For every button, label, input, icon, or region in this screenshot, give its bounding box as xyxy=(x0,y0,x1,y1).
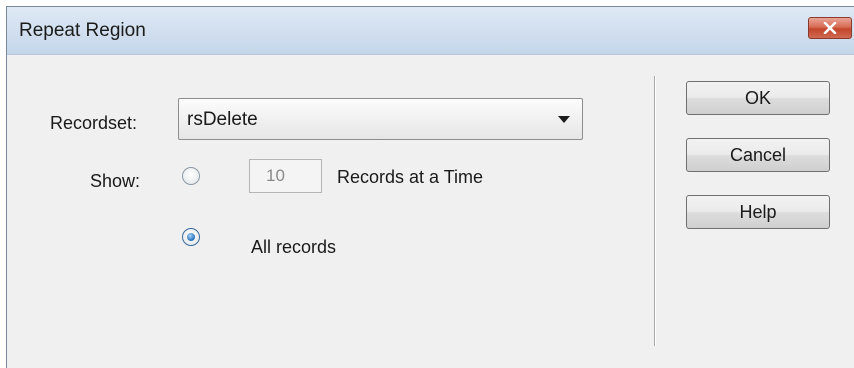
close-icon xyxy=(823,22,837,34)
help-button[interactable]: Help xyxy=(686,195,830,229)
cancel-button[interactable]: Cancel xyxy=(686,138,830,172)
dialog-title: Repeat Region xyxy=(19,20,146,41)
all-records-radio[interactable] xyxy=(182,228,200,246)
ok-button[interactable]: OK xyxy=(686,81,830,115)
recordset-dropdown[interactable]: rsDelete xyxy=(178,98,583,140)
chevron-down-icon xyxy=(558,116,570,123)
show-label: Show: xyxy=(90,171,141,191)
close-button[interactable] xyxy=(808,17,852,39)
records-at-time-radio[interactable] xyxy=(182,167,200,185)
vertical-divider xyxy=(654,76,656,346)
repeat-region-dialog: Repeat Region Recordset: rsDelete Show: … xyxy=(6,6,854,368)
records-count-input[interactable] xyxy=(249,159,322,193)
title-bar: Repeat Region xyxy=(7,7,854,55)
radio-selected-dot xyxy=(187,233,195,241)
all-records-label: All records xyxy=(251,237,337,257)
recordset-label: Recordset: xyxy=(50,113,138,133)
recordset-value: rsDelete xyxy=(187,109,258,130)
records-at-time-label: Records at a Time xyxy=(337,167,484,187)
dialog-body: Recordset: rsDelete Show: Records at a T… xyxy=(7,56,854,368)
